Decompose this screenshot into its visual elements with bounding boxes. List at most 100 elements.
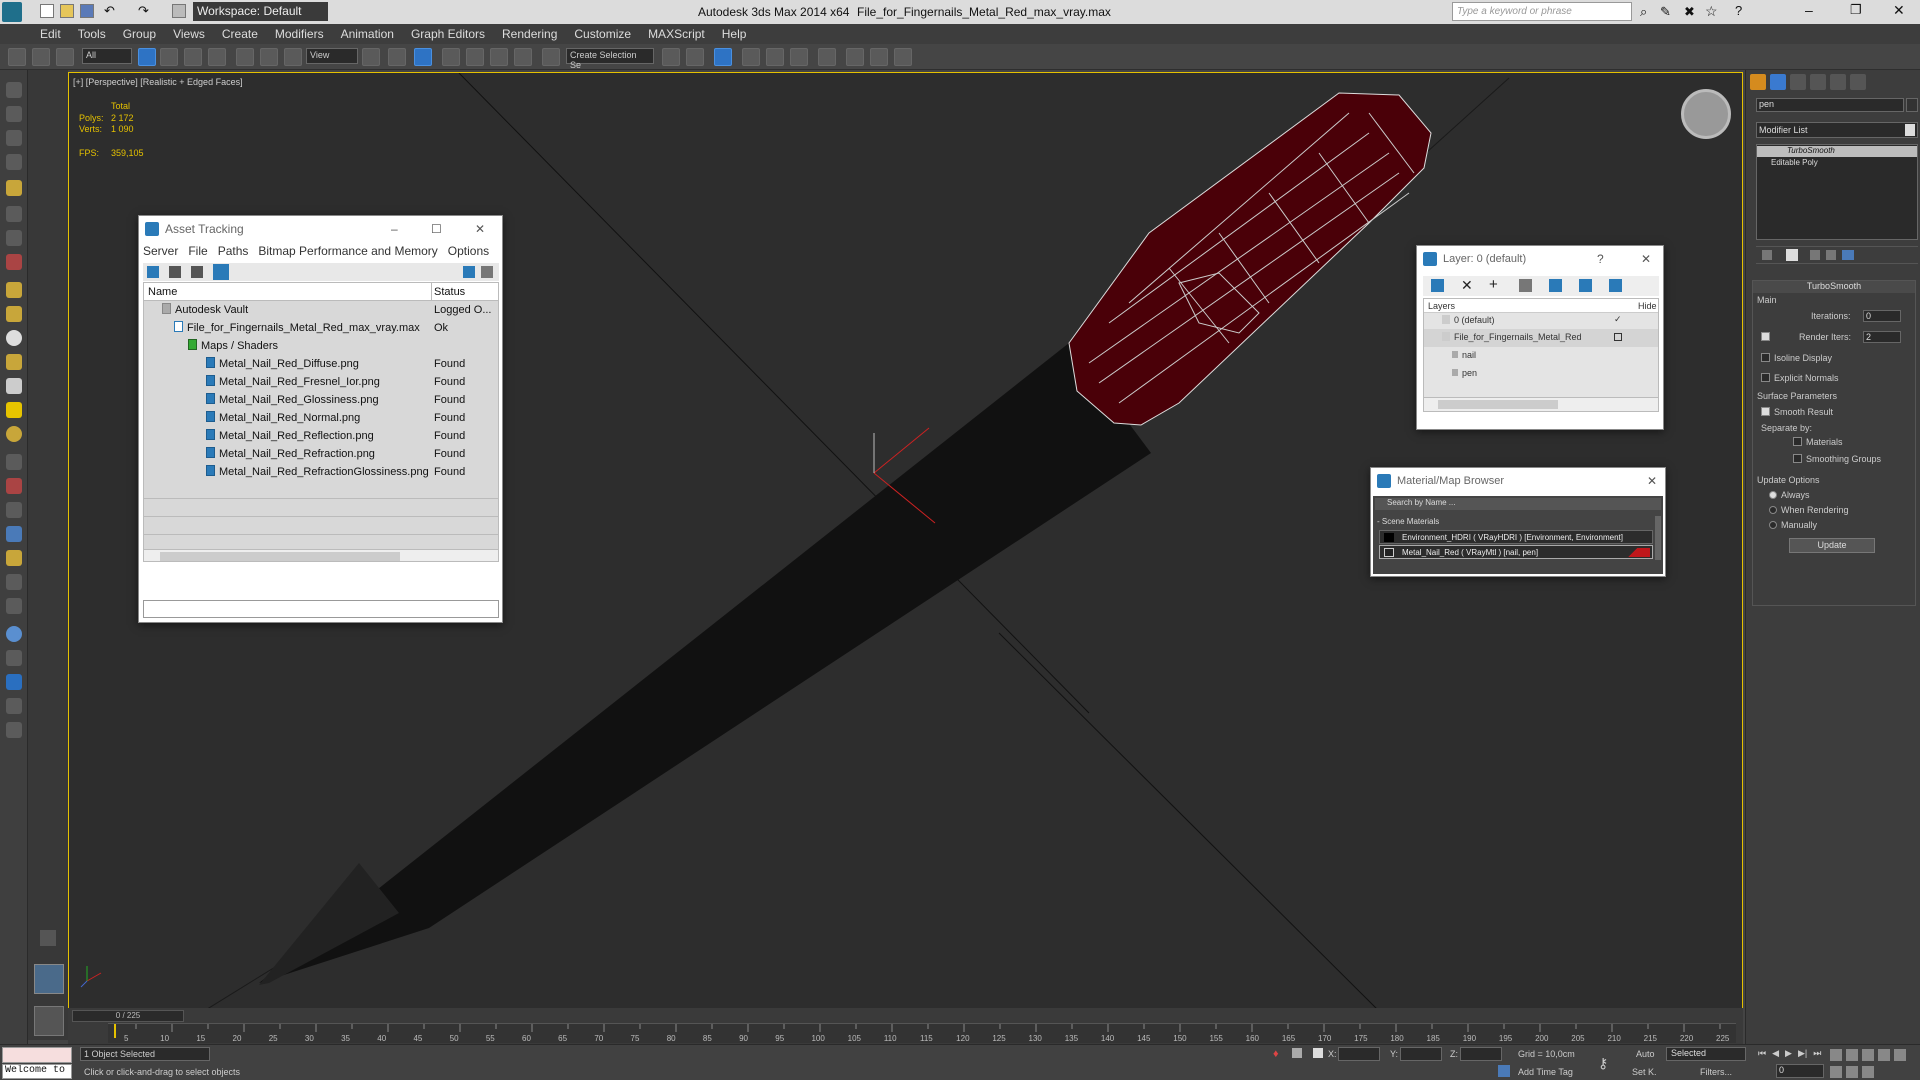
app-logo-icon[interactable] — [2, 2, 22, 22]
viewport-layout-alt-icon[interactable] — [34, 1006, 64, 1036]
freeze-all-icon[interactable] — [1609, 279, 1622, 292]
render-setup-icon[interactable] — [846, 48, 864, 66]
orbit-icon[interactable] — [1846, 1066, 1858, 1078]
tool-icon-20[interactable] — [6, 550, 22, 566]
next-frame-icon[interactable]: ▶| — [1798, 1048, 1807, 1060]
layer-row[interactable]: pen — [1424, 365, 1658, 383]
isoline-checkbox[interactable] — [1761, 353, 1770, 362]
unlink-icon[interactable] — [32, 48, 50, 66]
mirror-icon[interactable] — [662, 48, 680, 66]
scene-explorer-icon[interactable] — [714, 48, 732, 66]
auto-key-button[interactable]: Auto — [1636, 1049, 1655, 1059]
favorites-star-icon[interactable]: ☆ — [1705, 3, 1718, 20]
menu-customize[interactable]: Customize — [574, 27, 631, 41]
set-current-layer-box[interactable] — [1614, 333, 1622, 341]
explicit-normals-checkbox[interactable] — [1761, 373, 1770, 382]
asset-tracking-titlebar[interactable]: Asset Tracking – ☐ ✕ — [139, 216, 502, 242]
pin-icon[interactable]: ♦ — [1273, 1048, 1281, 1060]
tool-icon-25[interactable] — [6, 674, 22, 690]
help-icon[interactable]: ? — [1735, 3, 1742, 18]
explicit-normals-row[interactable]: Explicit Normals — [1761, 373, 1839, 383]
rectangular-selection-icon[interactable] — [184, 48, 202, 66]
object-color-swatch[interactable] — [1906, 98, 1918, 112]
render-production-icon[interactable] — [894, 48, 912, 66]
table-row[interactable]: Metal_Nail_Red_Diffuse.png Found — [144, 355, 498, 373]
expand-arrow-icon[interactable] — [40, 930, 56, 946]
rendered-frame-window-icon[interactable] — [870, 48, 888, 66]
named-selection-dropdown[interactable]: Create Selection Se — [566, 48, 654, 70]
go-to-start-icon[interactable]: ⏮ — [1758, 1048, 1766, 1060]
materials-row[interactable]: Materials — [1793, 437, 1843, 447]
spinner-snap-icon[interactable] — [514, 48, 532, 66]
field-of-view-icon[interactable] — [1894, 1049, 1906, 1061]
material-browser-titlebar[interactable]: Material/Map Browser ✕ — [1371, 468, 1665, 494]
when-rendering-row[interactable]: When Rendering — [1769, 505, 1849, 515]
align-icon[interactable] — [686, 48, 704, 66]
iterations-spinner[interactable]: 0 — [1863, 310, 1901, 322]
lock-selection-icon[interactable] — [1292, 1048, 1302, 1058]
layer-row[interactable]: 0 (default) ✓ — [1424, 313, 1658, 329]
tool-icon-22[interactable] — [6, 598, 22, 614]
stack-item-turbosmooth[interactable]: TurboSmooth — [1757, 146, 1917, 157]
tool-icon-17[interactable] — [6, 478, 22, 494]
workspace-dropdown[interactable]: Workspace: Default — [193, 2, 328, 21]
tool-icon-19[interactable] — [6, 526, 22, 542]
highlight-selected-icon[interactable] — [1549, 279, 1562, 292]
show-end-result-icon[interactable] — [1786, 249, 1798, 261]
menu-tools[interactable]: Tools — [78, 27, 106, 41]
table-row[interactable]: Metal_Nail_Red_Normal.png Found — [144, 409, 498, 427]
tool-icon-18[interactable] — [6, 502, 22, 518]
layer-manager-icon[interactable] — [742, 48, 760, 66]
keyboard-shortcut-override-icon[interactable] — [414, 48, 432, 66]
table-row[interactable]: Metal_Nail_Red_Reflection.png Found — [144, 427, 498, 445]
light-icon[interactable] — [6, 180, 22, 196]
pivot-center-icon[interactable] — [362, 48, 380, 66]
menu-file[interactable]: File — [188, 244, 207, 258]
selection-filter-dropdown[interactable]: All — [82, 48, 132, 64]
zoom-extents-all-icon[interactable] — [1878, 1049, 1890, 1061]
layer-window-titlebar[interactable]: Layer: 0 (default) ? ✕ — [1417, 246, 1663, 272]
key-filter-dropdown[interactable]: Selected — [1666, 1047, 1746, 1061]
select-by-name-icon[interactable] — [160, 48, 178, 66]
tool-icon-21[interactable] — [6, 574, 22, 590]
current-frame-field[interactable]: 0 — [1776, 1064, 1824, 1078]
maximize-icon[interactable]: ❐ — [1850, 2, 1862, 18]
horizontal-scrollbar[interactable] — [144, 549, 498, 561]
z-coordinate-field[interactable] — [1460, 1047, 1502, 1061]
maximize-viewport-icon[interactable] — [1862, 1066, 1874, 1078]
box-icon[interactable] — [6, 282, 22, 298]
tool-icon-26[interactable] — [6, 698, 22, 714]
delete-layer-icon[interactable]: ✕ — [1461, 277, 1473, 294]
close-icon[interactable]: ✕ — [1641, 252, 1651, 266]
undo-icon[interactable]: ↶ — [104, 3, 115, 19]
smooth-result-row[interactable]: Smooth Result — [1761, 407, 1833, 417]
tool-icon-8[interactable] — [6, 254, 22, 270]
table-row[interactable]: Metal_Nail_Red_RefractionGlossiness.png … — [144, 463, 498, 481]
table-row[interactable]: Metal_Nail_Red_Refraction.png Found — [144, 445, 498, 463]
menu-bitmap-performance[interactable]: Bitmap Performance and Memory — [258, 244, 437, 258]
menu-edit[interactable]: Edit — [40, 27, 61, 41]
tool-icon-16[interactable] — [6, 454, 22, 470]
filters-button[interactable]: Filters... — [1700, 1067, 1732, 1077]
viewcube-icon[interactable] — [1681, 89, 1731, 139]
layers-column-header[interactable]: Layers — [1428, 301, 1455, 311]
select-object-icon[interactable] — [138, 48, 156, 66]
smoothing-groups-row[interactable]: Smoothing Groups — [1793, 454, 1881, 464]
table-row[interactable]: Metal_Nail_Red_Fresnel_Ior.png Found — [144, 373, 498, 391]
column-status-header[interactable]: Status — [434, 283, 498, 301]
hide-all-icon[interactable] — [1579, 279, 1592, 292]
redo-icon[interactable]: ↷ — [138, 3, 149, 19]
maxscript-listener[interactable]: Welcome to — [2, 1064, 72, 1079]
x-coordinate-field[interactable] — [1338, 1047, 1380, 1061]
set-key-button[interactable]: Set K. — [1632, 1067, 1657, 1077]
select-and-scale-icon[interactable] — [284, 48, 302, 66]
table-row[interactable]: Maps / Shaders — [144, 337, 498, 355]
exchange-icon[interactable]: ✖ — [1684, 4, 1695, 20]
render-iters-row[interactable] — [1761, 332, 1774, 342]
add-time-tag[interactable]: Add Time Tag — [1518, 1067, 1573, 1077]
select-and-move-icon[interactable] — [236, 48, 254, 66]
tool-icon-7[interactable] — [6, 230, 22, 246]
zoom-all-icon[interactable] — [1846, 1049, 1858, 1061]
pan-icon[interactable] — [1830, 1066, 1842, 1078]
motion-tab-icon[interactable] — [1810, 74, 1826, 90]
